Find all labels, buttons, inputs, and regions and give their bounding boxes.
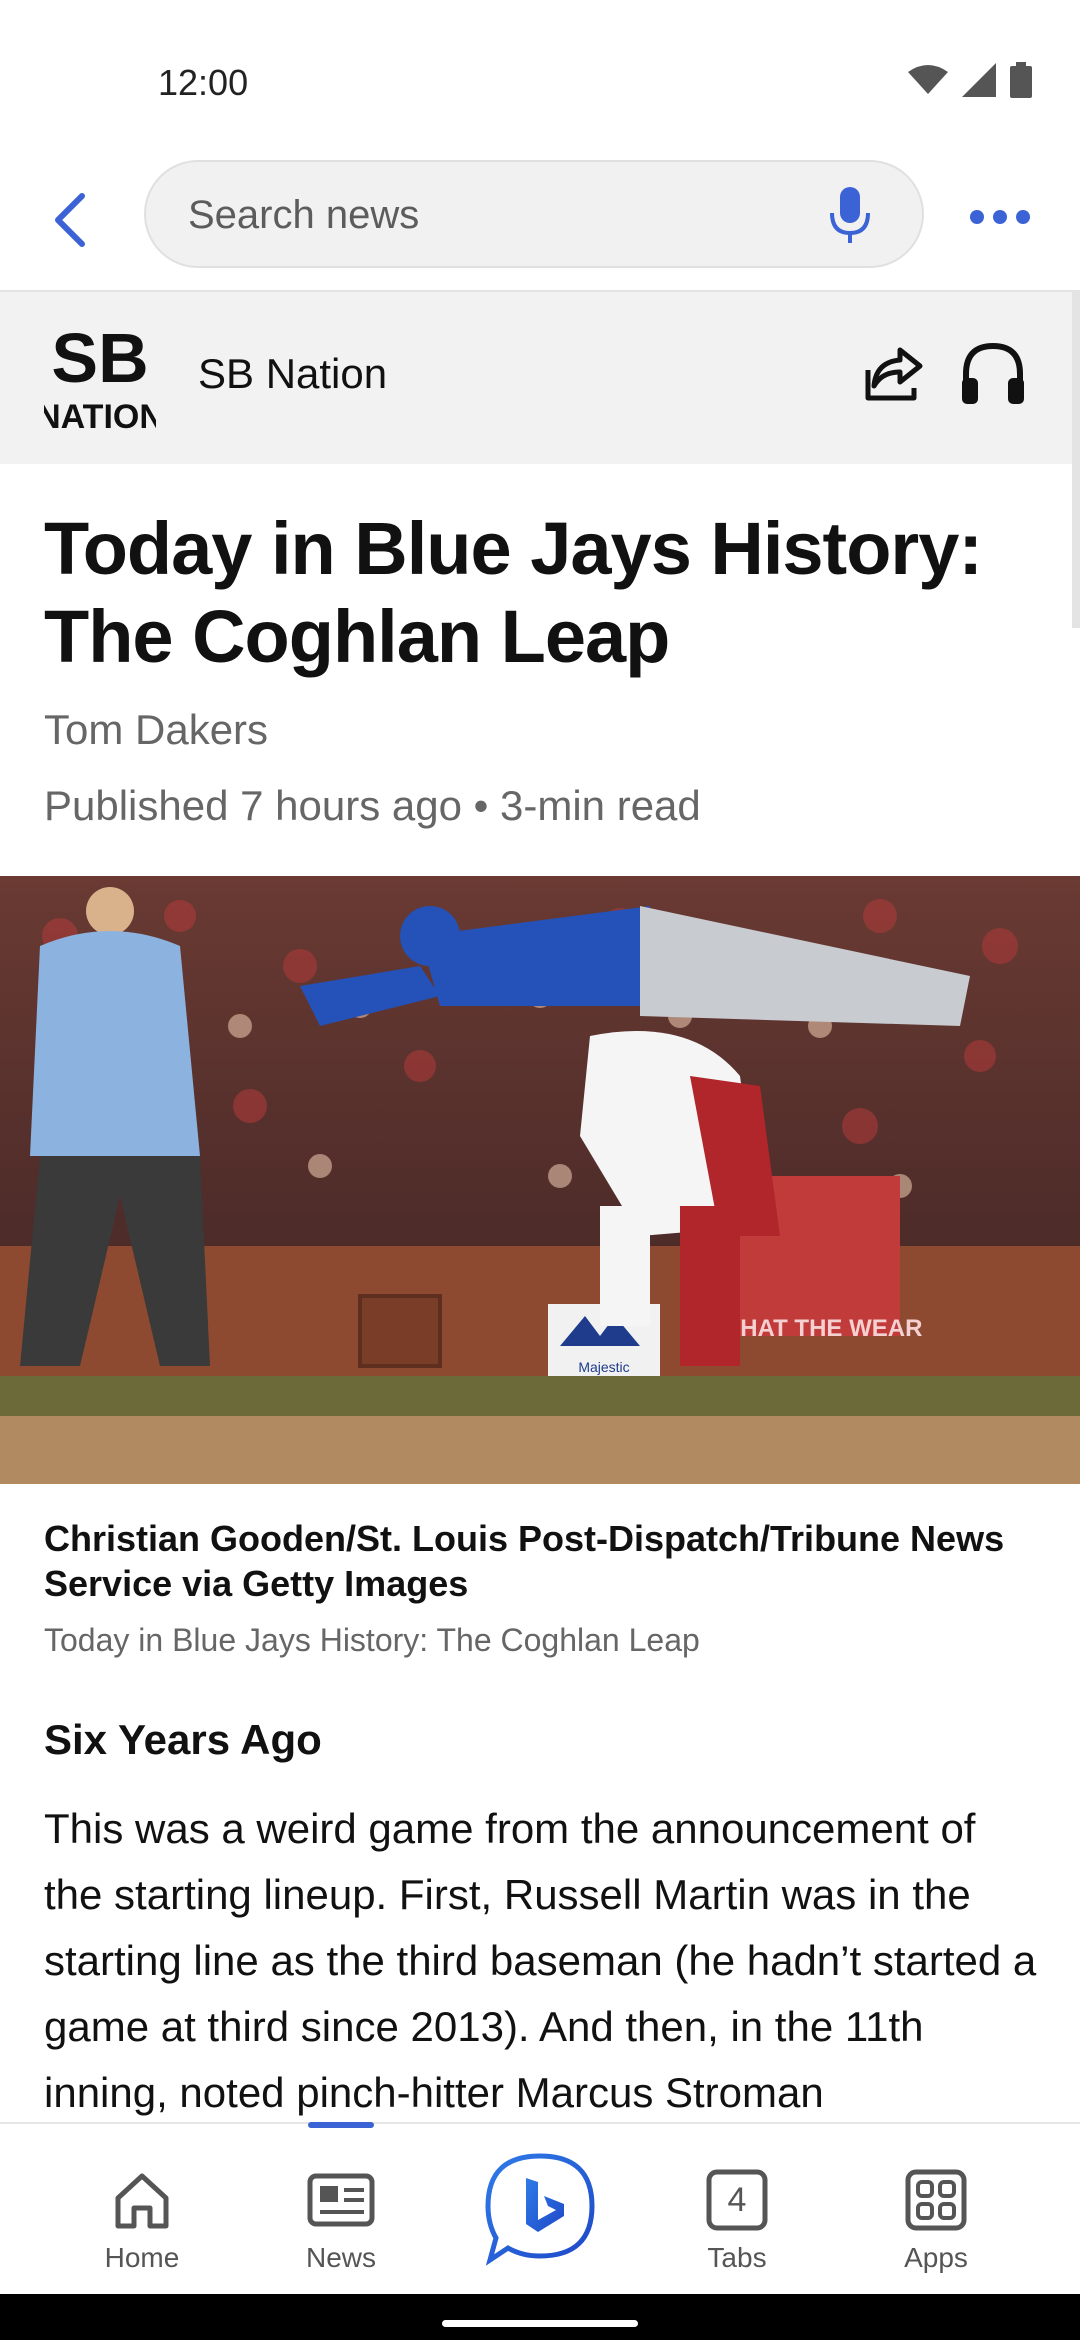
status-bar: 12:00 [0,0,1080,150]
system-navigation-bar [0,2294,1080,2340]
home-gesture-pill[interactable] [442,2320,638,2327]
article-title: Today in Blue Jays History: The Coghlan … [44,507,983,678]
sb-nation-logo: SB NATION [44,320,156,436]
voice-search-button[interactable] [822,184,878,248]
search-input[interactable] [186,162,810,268]
news-icon [305,2164,377,2236]
back-arrow-icon [55,193,85,247]
publisher-bar: SB NATION SB Nation [0,292,1080,464]
bing-chat-button[interactable] [482,2150,598,2266]
image-caption: Today in Blue Jays History: The Coghlan … [44,1622,700,1658]
microphone-icon [830,187,870,243]
listen-button[interactable] [958,338,1028,408]
battery-icon [1010,62,1032,98]
svg-text:NATION: NATION [44,398,156,436]
nav-apps[interactable]: Apps [856,2124,1016,2296]
nav-apps-label: Apps [904,2242,968,2273]
scrollbar-thumb[interactable] [1072,292,1080,628]
share-button[interactable] [862,340,928,406]
svg-text:Majestic: Majestic [578,1359,629,1375]
article-hero-image[interactable]: Majestic WHAT THE WEAR [0,876,1080,1484]
search-toolbar [0,150,1080,292]
search-box[interactable] [144,160,924,268]
nav-tabs-label: Tabs [707,2242,767,2273]
bing-chat-icon [485,2153,595,2266]
svg-text:WHAT THE WEAR: WHAT THE WEAR [718,1315,923,1342]
more-dots-icon [970,210,1030,224]
tabs-icon: 4 [701,2164,773,2236]
section-heading: Six Years Ago [44,1716,322,1763]
more-options-button[interactable] [960,192,1040,242]
back-button[interactable] [40,180,100,260]
home-icon [106,2164,178,2236]
nav-tabs[interactable]: 4 Tabs [657,2124,817,2296]
publisher-name[interactable]: SB Nation [198,350,387,398]
wifi-icon [908,65,948,94]
signal-icon [962,63,996,97]
baseball-play-illustration: Majestic WHAT THE WEAR [0,876,1080,1484]
nav-news[interactable]: News [261,2124,421,2296]
article-body: This was a weird game from the announcem… [44,1805,1037,2116]
nav-news-label: News [305,2242,376,2273]
nav-home-label: Home [104,2242,180,2273]
tabs-count-badge: 4 [727,2180,747,2219]
bottom-navigation: Home News 4 Tabs Apps [0,2122,1080,2296]
status-icons [908,62,1032,98]
apps-icon [900,2164,972,2236]
article-author[interactable]: Tom Dakers [44,706,268,754]
image-credit: Christian Gooden/St. Louis Post-Dispatch… [44,1518,1005,1604]
nav-active-indicator [308,2122,374,2128]
article-meta: Published 7 hours ago • 3-min read [44,782,701,829]
status-time: 12:00 [158,62,249,103]
svg-text:SB: SB [51,320,148,397]
nav-home[interactable]: Home [62,2124,222,2296]
share-icon [865,347,923,401]
headphones-icon [962,342,1024,404]
